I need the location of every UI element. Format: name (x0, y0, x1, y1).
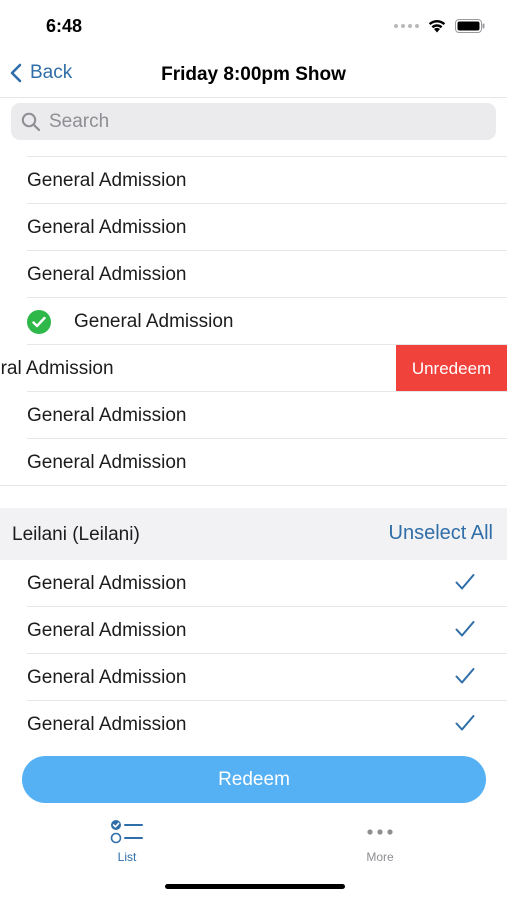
ticket-label: General Admission (27, 452, 187, 473)
tab-list[interactable]: List (87, 818, 167, 864)
ticket-label: General Admission (27, 170, 187, 191)
list-icon (110, 820, 143, 844)
group-ticket-list: General Admission General Admission Gene… (0, 560, 507, 748)
redeemed-check-icon (27, 310, 51, 334)
wifi-icon (428, 20, 446, 33)
selected-ticket-row[interactable]: General Admission (0, 560, 507, 607)
ticket-row[interactable]: General Admission (0, 157, 507, 204)
checkmark-icon (455, 715, 475, 731)
ticket-list: General Admission General Admission Gene… (0, 157, 507, 486)
group-section-header: Leilani (Leilani) Unselect All (0, 508, 507, 560)
ticket-row-swiped[interactable]: eral Admission Unredeem (0, 345, 507, 392)
more-icon (367, 829, 393, 835)
tab-more[interactable]: More (340, 818, 420, 864)
ticket-label: General Admission (27, 217, 187, 238)
tab-label: More (366, 850, 394, 864)
ticket-label: General Admission (27, 573, 187, 594)
ticket-row[interactable]: General Admission (0, 251, 507, 298)
unredeem-button[interactable]: Unredeem (396, 345, 507, 392)
search-bar[interactable] (11, 103, 496, 140)
group-title: Leilani (Leilani) (12, 524, 140, 545)
battery-icon (455, 18, 485, 33)
checkmark-icon (455, 621, 475, 637)
ticket-row-redeemed[interactable]: General Admission (0, 298, 507, 345)
redeem-button[interactable]: Redeem (22, 756, 486, 803)
selected-ticket-row[interactable]: General Admission (0, 701, 507, 748)
navigation-bar: Back Friday 8:00pm Show (0, 52, 507, 98)
ticket-label: General Admission (74, 311, 234, 332)
status-time: 6:48 (46, 16, 83, 36)
ticket-row[interactable]: General Admission (0, 392, 507, 439)
row-divider (0, 485, 507, 486)
tab-label: List (117, 850, 137, 864)
ticket-row[interactable]: General Admission (0, 439, 507, 486)
selected-ticket-row[interactable]: General Admission (0, 654, 507, 701)
checkmark-icon (455, 668, 475, 684)
ticket-label: General Admission (27, 714, 187, 735)
ticket-label: General Admission (27, 264, 187, 285)
search-input[interactable] (49, 110, 469, 133)
tab-bar: List More (0, 812, 507, 872)
page-title-text: Friday 8:00pm Show (161, 64, 346, 85)
ticket-label: eral Admission (0, 358, 114, 379)
ticket-row[interactable]: General Admission (0, 204, 507, 251)
checkmark-icon (455, 574, 475, 590)
page-title: Friday 8:00pm Show (0, 64, 507, 86)
selected-ticket-row[interactable]: General Admission (0, 607, 507, 654)
home-indicator (165, 884, 345, 889)
ticket-label: General Admission (27, 620, 187, 641)
search-icon (21, 112, 41, 131)
status-icons (394, 18, 485, 33)
ticket-label: General Admission (27, 667, 187, 688)
unselect-all-button[interactable]: Unselect All (389, 522, 494, 545)
ticket-label: General Admission (27, 405, 187, 426)
status-bar: 6:48 (0, 0, 507, 52)
cellular-signal-icon (394, 23, 419, 28)
